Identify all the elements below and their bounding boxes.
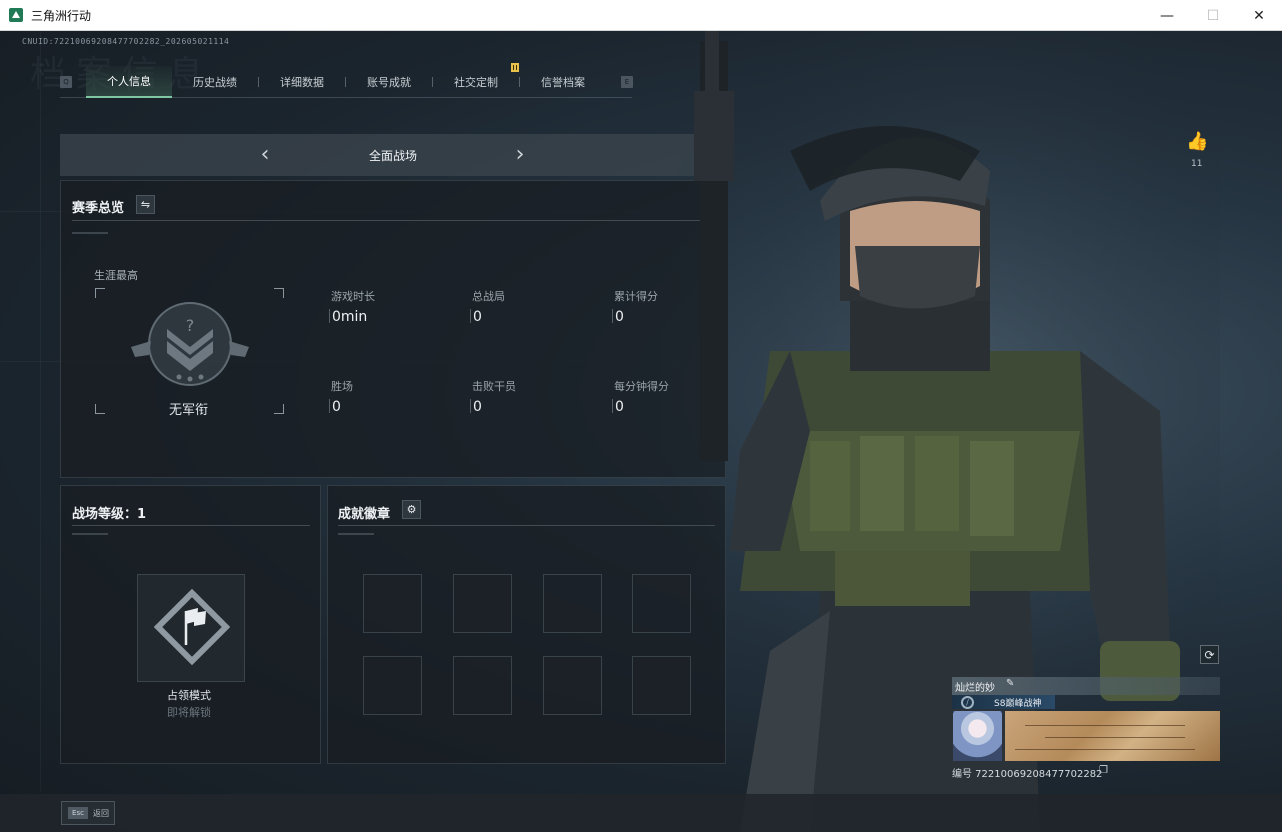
edit-icon[interactable]: ✎ (1006, 678, 1014, 689)
esc-key: Esc (68, 807, 88, 819)
refresh-icon[interactable]: ⟳ (1200, 645, 1219, 664)
stat-tick (329, 309, 330, 323)
tab-label: 个人信息 (107, 74, 151, 88)
stat-tick (612, 399, 613, 413)
bg-grid-line (40, 31, 41, 791)
stat-tick (470, 399, 471, 413)
flag-icon (154, 589, 230, 665)
tab-achievements[interactable]: 账号成就 (346, 66, 432, 98)
tab-label: 社交定制 (454, 75, 498, 89)
mode-selector: ‹ 全面战场 › (60, 134, 726, 176)
stat-tick (612, 309, 613, 323)
tab-prev-key[interactable]: Q (60, 75, 72, 88)
notification-badge-icon (511, 62, 519, 72)
conquest-mode-name: 占领模式 (167, 689, 211, 702)
player-name: 灿烂的妙 (955, 683, 995, 694)
badge-slot[interactable] (363, 574, 422, 633)
svg-text:?: ? (186, 316, 195, 335)
stat-score-per-min-value: 0 (615, 399, 624, 415)
stat-play-time-label: 游戏时长 (331, 290, 375, 303)
tab-social[interactable]: 社交定制 (433, 62, 519, 98)
tab-label: 信誉档案 (541, 75, 585, 89)
conquest-mode-status: 即将解锁 (167, 706, 211, 719)
tab-label: 账号成就 (367, 75, 411, 89)
panel-divider (338, 525, 715, 526)
badge-slot[interactable] (363, 656, 422, 715)
stat-play-time-value: 0min (332, 309, 368, 325)
frame-corner (95, 404, 105, 414)
swap-icon[interactable]: ⇋ (136, 195, 155, 214)
stat-kills-label: 击败干员 (472, 380, 516, 393)
stat-tick (329, 399, 330, 413)
stat-wins-value: 0 (332, 399, 341, 415)
stat-wins-label: 胜场 (331, 380, 353, 393)
mode-next-arrow-icon[interactable]: › (512, 144, 528, 166)
maximize-button[interactable]: ☐ (1190, 0, 1236, 31)
season-overview-panel: 赛季总览 ⇋ 生涯最高 ? 无军衔 游戏时长 0min 总战局 0 累计得分 0 (60, 180, 726, 478)
stat-total-matches-label: 总战局 (472, 290, 505, 303)
minimize-button[interactable]: — (1144, 0, 1190, 31)
uid-text: CNUID:72210069208477702282_202605021114 (22, 37, 230, 46)
banner-decoration (1025, 725, 1185, 726)
banner-decoration (1015, 749, 1195, 750)
player-id: 编号 72210069208477702282 (952, 769, 1103, 780)
thumbs-up-icon[interactable]: 👍 (1186, 131, 1208, 152)
panel-subline (338, 533, 374, 535)
window-title: 三角洲行动 (31, 8, 92, 23)
badge-slot[interactable] (543, 656, 602, 715)
frame-corner (95, 288, 105, 298)
ban-icon: / (961, 696, 974, 709)
stat-total-score-value: 0 (615, 309, 624, 325)
tab-history[interactable]: 历史战绩 (172, 66, 258, 98)
frame-corner (274, 288, 284, 298)
mode-prev-arrow-icon[interactable]: ‹ (257, 144, 273, 166)
tab-details[interactable]: 详细数据 (259, 66, 345, 98)
panel-divider (72, 220, 715, 221)
like-count: 11 (1191, 159, 1203, 169)
copy-icon[interactable]: ❐ (1099, 765, 1108, 776)
battlefield-level-title: 战场等级：1 (72, 507, 147, 522)
stat-tick (470, 309, 471, 323)
tab-next-key[interactable]: E (621, 76, 633, 88)
stat-total-matches-value: 0 (473, 309, 482, 325)
player-banner (1005, 711, 1220, 761)
back-label: 返回 (93, 808, 109, 818)
tab-personal-info[interactable]: 个人信息 (86, 65, 172, 98)
stat-total-score-label: 累计得分 (614, 290, 658, 303)
player-card: 灿烂的妙 ✎ / S8巅峰战神 (952, 677, 1220, 763)
battlefield-level-panel: 战场等级：1 占领模式 即将解锁 (60, 485, 321, 764)
season-overview-title: 赛季总览 (72, 201, 125, 216)
stat-kills-value: 0 (473, 399, 482, 415)
banner-decoration (1045, 737, 1185, 738)
app-logo-icon (9, 8, 23, 22)
rank-name: 无军衔 (169, 403, 209, 418)
career-high-label: 生涯最高 (94, 269, 138, 282)
avatar[interactable] (953, 711, 1002, 761)
bottom-bar: Esc 返回 (0, 794, 1282, 832)
mode-label: 全面战场 (368, 148, 417, 163)
profile-tabs: Q 个人信息 历史战绩 详细数据 账号成就 社交定制 信誉档案 E (60, 62, 633, 98)
gear-icon[interactable]: ⚙ (402, 500, 421, 519)
badge-slot[interactable] (453, 574, 512, 633)
panel-subline (72, 232, 108, 234)
tab-label: 详细数据 (280, 75, 324, 89)
window-titlebar: 三角洲行动 — ☐ ✕ (0, 0, 1282, 31)
frame-corner (274, 404, 284, 414)
rank-emblem-icon: ? (131, 302, 249, 386)
panel-subline (72, 533, 108, 535)
conquest-mode-tile[interactable] (137, 574, 245, 682)
tab-reputation[interactable]: 信誉档案 (520, 66, 606, 98)
close-button[interactable]: ✕ (1236, 0, 1282, 31)
badge-slot[interactable] (453, 656, 512, 715)
achievement-badges-title: 成就徽章 (338, 507, 391, 522)
badge-slot[interactable] (543, 574, 602, 633)
tab-label: 历史战绩 (193, 75, 237, 89)
game-viewport: 档案信息 CNUID:72210069208477702282_20260502… (0, 31, 1282, 832)
window-controls: — ☐ ✕ (1144, 0, 1282, 31)
panel-divider (72, 525, 310, 526)
player-title: S8巅峰战神 (994, 699, 1042, 709)
back-button[interactable]: Esc 返回 (61, 801, 115, 825)
